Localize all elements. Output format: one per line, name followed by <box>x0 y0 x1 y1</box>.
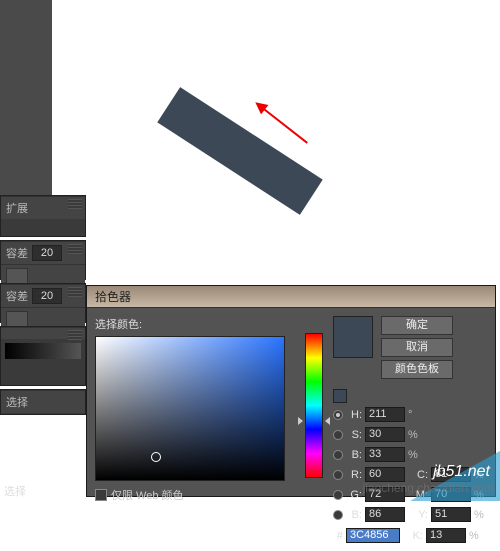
ok-button[interactable]: 确定 <box>381 316 453 335</box>
select-footer-label: 选择 <box>4 483 26 499</box>
sv-marker-icon[interactable] <box>151 452 161 462</box>
h-input[interactable]: 211 <box>365 407 405 422</box>
b-label: B: <box>346 449 362 461</box>
hex-input[interactable]: 3C4856 <box>346 528 400 543</box>
hue-radio[interactable] <box>333 410 343 420</box>
r-radio[interactable] <box>333 470 343 480</box>
cancel-button[interactable]: 取消 <box>381 338 453 357</box>
mini-swatch <box>333 389 347 403</box>
k-unit: % <box>469 530 481 542</box>
tolerance-input[interactable]: 20 <box>32 288 62 304</box>
gradient-preview[interactable] <box>5 343 81 359</box>
panel-stack: 扩展 容差 20 容差 20 选择 <box>0 195 86 418</box>
bl-radio[interactable] <box>333 510 343 520</box>
y-label: Y: <box>414 509 428 521</box>
panel-menu-icon[interactable] <box>68 330 82 340</box>
select-label: 选择 <box>6 394 28 410</box>
hue-slider[interactable] <box>305 333 323 478</box>
dialog-titlebar[interactable]: 拾色器 <box>87 286 495 308</box>
h-unit: ° <box>408 409 420 421</box>
panel-tolerance-2[interactable]: 容差 20 <box>0 283 86 323</box>
panel-menu-icon[interactable] <box>68 199 82 209</box>
k-input[interactable]: 13 <box>426 528 466 543</box>
panel-expand[interactable]: 扩展 <box>0 195 86 237</box>
bl-input[interactable]: 86 <box>365 507 405 522</box>
y-unit: % <box>474 509 486 521</box>
b-input[interactable]: 33 <box>365 447 405 462</box>
s-label: S: <box>346 429 362 441</box>
bl-label: B: <box>346 509 362 521</box>
panel-select[interactable]: 选择 <box>0 389 86 415</box>
swatches-button[interactable]: 颜色色板 <box>381 360 453 379</box>
g-radio[interactable] <box>333 490 343 500</box>
web-only-checkbox[interactable] <box>95 489 107 501</box>
hue-marker-icon[interactable] <box>302 417 326 425</box>
g-label: G: <box>346 489 362 501</box>
color-preview-swatch <box>333 316 373 358</box>
annotation-arrow <box>260 105 320 107</box>
panel-menu-icon[interactable] <box>68 244 82 254</box>
panel-menu-icon[interactable] <box>68 287 82 297</box>
panel-gradient[interactable] <box>0 326 86 386</box>
r-label: R: <box>346 469 362 481</box>
r-input[interactable]: 60 <box>365 467 405 482</box>
watermark-credit: jiaocheng.chazidian.com <box>363 481 494 495</box>
select-color-label: 选择颜色: <box>95 316 295 332</box>
new-color-swatch <box>334 317 372 337</box>
tolerance-label: 容差 <box>6 245 28 261</box>
y-input[interactable]: 51 <box>431 507 471 522</box>
expand-label: 扩展 <box>6 200 28 216</box>
panel-tolerance-1[interactable]: 容差 20 <box>0 240 86 280</box>
sat-radio[interactable] <box>333 430 343 440</box>
arrow-line <box>259 105 308 144</box>
tolerance-label: 容差 <box>6 288 28 304</box>
old-color-swatch[interactable] <box>334 337 372 357</box>
watermark-site: jb51.net <box>433 463 490 481</box>
h-label: H: <box>346 409 362 421</box>
s-input[interactable]: 30 <box>365 427 405 442</box>
k-label: K: <box>409 530 423 542</box>
dialog-title: 拾色器 <box>95 288 131 305</box>
bri-radio[interactable] <box>333 450 343 460</box>
s-unit: % <box>408 429 420 441</box>
tolerance-input[interactable]: 20 <box>32 245 62 261</box>
hex-label: # <box>333 530 343 542</box>
saturation-value-field[interactable] <box>95 336 285 481</box>
app-dark-column <box>0 0 52 200</box>
